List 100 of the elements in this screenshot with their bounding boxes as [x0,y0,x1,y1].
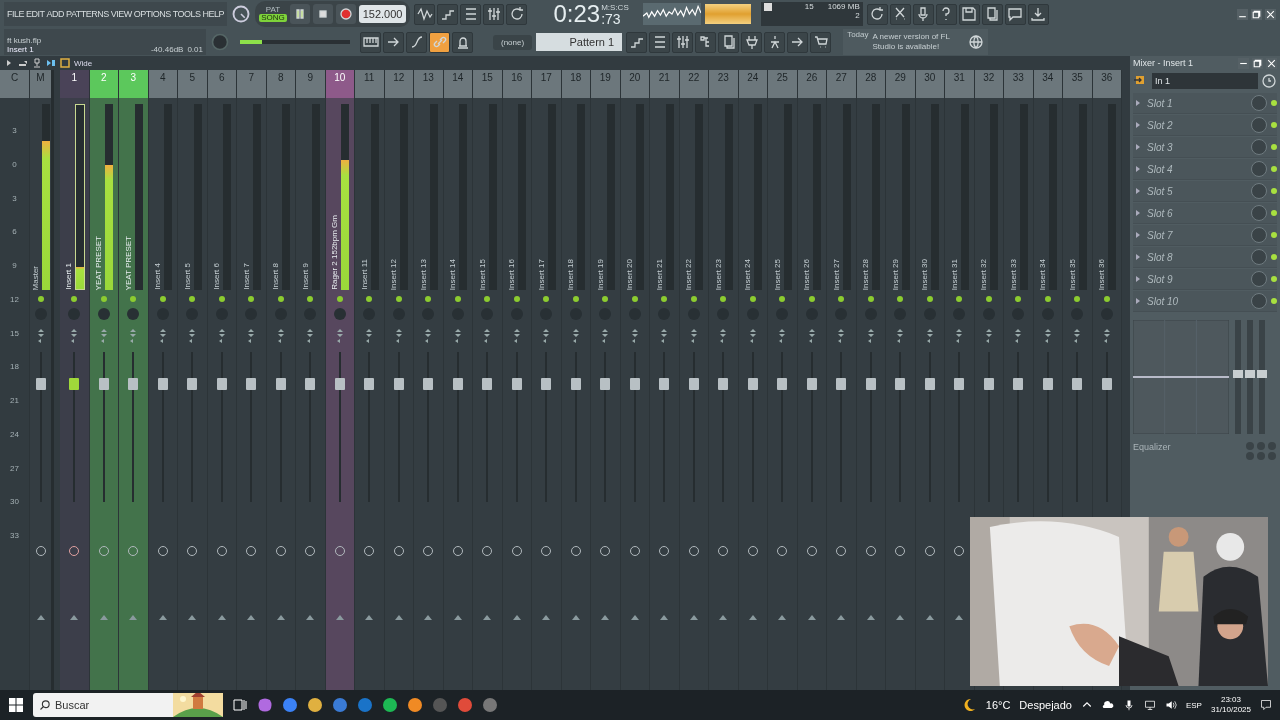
enable-led[interactable] [307,296,314,302]
enable-led[interactable] [484,296,491,302]
close-icon[interactable] [1265,8,1276,20]
up-arrow-icon[interactable] [896,614,905,620]
swap-icon[interactable] [719,328,728,344]
mixer-track[interactable]: 5 Insert 5 [178,70,208,690]
swap-icon[interactable] [542,328,551,344]
master-volume-slider[interactable] [240,40,350,44]
mixer-track[interactable]: 9 Insert 9 [296,70,326,690]
mixer-track[interactable]: 21 Insert 21 [650,70,680,690]
mixer-track[interactable]: 19 Insert 19 [591,70,621,690]
up-arrow-icon[interactable] [453,614,462,620]
swap-icon[interactable] [778,328,787,344]
mixer-track[interactable]: 1 Insert 1 [60,70,90,690]
mixer-track[interactable]: M Master [30,70,54,690]
enable-led[interactable] [189,296,196,302]
swap-icon[interactable] [984,328,993,344]
toolbar-button[interactable] [672,31,694,53]
enable-led[interactable] [956,296,963,302]
toolbar-button[interactable] [383,31,404,53]
swap-icon[interactable] [866,328,875,344]
mixer-track[interactable]: 14 Insert 14 [443,70,473,690]
swap-icon[interactable] [483,328,492,344]
restore-icon[interactable] [1251,8,1262,20]
swap-icon[interactable] [660,328,669,344]
up-arrow-icon[interactable] [70,614,79,620]
swap-icon[interactable] [837,328,846,344]
swap-icon[interactable] [1043,328,1052,344]
toolbar-button[interactable] [718,31,740,53]
up-arrow-icon[interactable] [36,614,45,620]
close-icon[interactable] [1266,57,1277,69]
up-arrow-icon[interactable] [689,614,698,620]
minimize-icon[interactable] [1238,57,1249,69]
up-arrow-icon[interactable] [483,614,492,620]
mixer-track[interactable]: 16 Insert 16 [502,70,532,690]
toolbar-button[interactable] [981,3,1003,25]
input-selector[interactable]: In 1 [1152,73,1258,89]
toolbar-button[interactable] [452,31,473,53]
toolbar-button[interactable] [437,3,459,25]
swap-icon[interactable] [630,328,639,344]
eq-fader[interactable] [1235,320,1241,434]
slot-led[interactable] [1271,210,1277,216]
mode-toggle[interactable]: SONG [259,14,287,22]
enable-led[interactable] [779,296,786,302]
view-mode[interactable]: Wide [74,58,93,68]
enable-led[interactable] [454,296,461,302]
mixer-track[interactable]: 4 Insert 4 [148,70,178,690]
enable-led[interactable] [37,296,44,302]
clock-time[interactable]: 23:03 [1220,695,1241,705]
mode-toggle[interactable]: PAT [263,6,283,14]
mixer-track[interactable]: 30 Insert 30 [915,70,945,690]
up-arrow-icon[interactable] [512,614,521,620]
swap-icon[interactable] [188,328,197,344]
swap-icon[interactable] [955,328,964,344]
clock-date[interactable]: 31/10/2025 [1210,705,1251,715]
effect-slot[interactable]: Slot 10 [1133,291,1277,312]
toolbar-button[interactable] [958,3,980,25]
mixer-track[interactable]: 25 Insert 25 [768,70,798,690]
up-arrow-icon[interactable] [866,614,875,620]
track-number[interactable]: 10 [325,70,354,98]
swap-icon[interactable] [1102,328,1111,344]
up-arrow-icon[interactable] [778,614,787,620]
toolbar-button[interactable] [360,31,381,53]
toolbar-button[interactable] [935,3,957,25]
enable-led[interactable] [248,296,255,302]
mixer-track[interactable]: 2 YEAT PRESET [89,70,119,690]
enable-led[interactable] [159,296,166,302]
swap-icon[interactable] [453,328,462,344]
mixer-track[interactable]: 31 Insert 31 [945,70,975,690]
enable-led[interactable] [838,296,845,302]
slot-led[interactable] [1271,254,1277,260]
enable-led[interactable] [867,296,874,302]
up-arrow-icon[interactable] [601,614,610,620]
menu-item[interactable]: FILE [7,9,24,19]
swap-icon[interactable] [36,328,45,344]
slot-led[interactable] [1271,188,1277,194]
route-icon[interactable] [46,58,56,68]
menu-item[interactable]: PATTERNS [66,9,109,19]
swap-icon[interactable] [512,328,521,344]
toolbar-button[interactable] [414,3,436,25]
enable-led[interactable] [513,296,520,302]
app-icon[interactable] [257,697,273,713]
enable-led[interactable] [1044,296,1051,302]
enable-led[interactable] [661,296,668,302]
mixer-track[interactable]: 27 Insert 27 [827,70,857,690]
up-arrow-icon[interactable] [365,614,374,620]
toolbar-button[interactable] [1027,3,1049,25]
enable-led[interactable] [1074,296,1081,302]
swap-icon[interactable] [1014,328,1023,344]
effect-slot[interactable]: Slot 4 [1133,159,1277,180]
up-arrow-icon[interactable] [542,614,551,620]
mixer-track[interactable]: 20 Insert 20 [620,70,650,690]
effect-slot[interactable]: Slot 9 [1133,269,1277,290]
effect-slot[interactable]: Slot 1 [1133,93,1277,114]
pan-knob[interactable] [127,308,140,320]
toolbar-button[interactable] [787,31,809,53]
mixer-track[interactable]: 23 Insert 23 [709,70,739,690]
mixer-track[interactable]: 15 Insert 15 [473,70,503,690]
windows-icon[interactable] [8,697,24,713]
enable-led[interactable] [720,296,727,302]
